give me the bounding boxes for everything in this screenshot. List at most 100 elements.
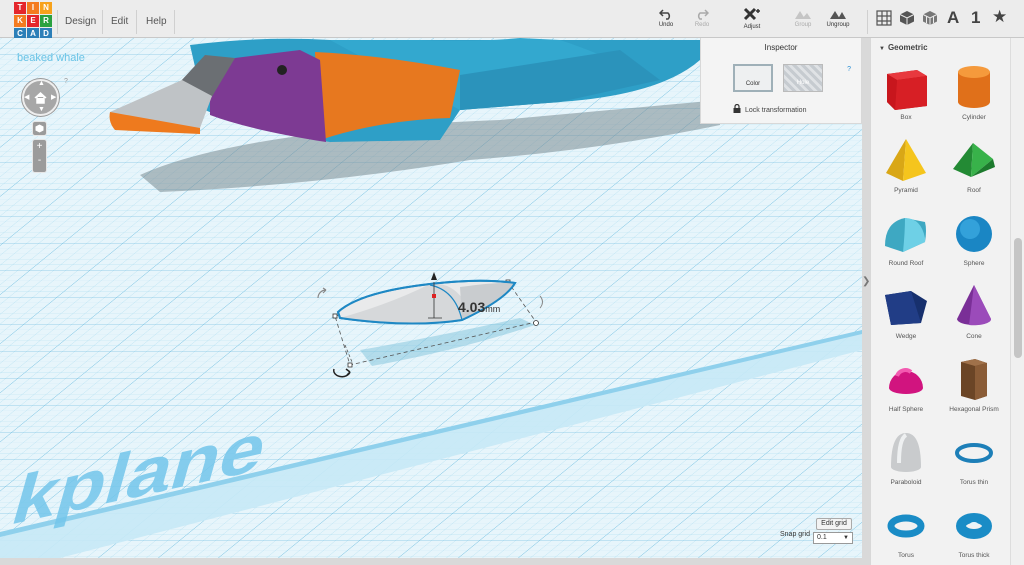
number-shapes-button[interactable]: 1 (971, 8, 980, 28)
dimension-value: 4.03 (458, 299, 486, 315)
ungroup-button[interactable]: Ungroup (818, 8, 858, 28)
logo-letter: R (40, 15, 52, 27)
snap-grid-select[interactable]: 0.1 ▼ (813, 532, 853, 544)
redo-icon (697, 9, 709, 20)
menu-divider (102, 10, 103, 34)
shape-label: Half Sphere (888, 406, 924, 413)
tinkercad-logo[interactable]: T I N K E R C A D (14, 2, 53, 41)
orbit-up-icon[interactable]: ▲ (38, 80, 45, 87)
sphere-icon (956, 216, 992, 252)
shape-cylinder[interactable]: Cylinder (941, 62, 1007, 130)
shape-roof[interactable]: Roof (941, 135, 1007, 203)
shape-wedge[interactable]: Wedge (873, 281, 939, 349)
orbit-right-icon[interactable]: ▶ (51, 93, 56, 101)
group-label: Group (794, 22, 812, 28)
ungroup-icon (830, 11, 846, 19)
adjust-button[interactable]: Adjust (732, 7, 772, 30)
shape-paraboloid[interactable]: Paraboloid (873, 427, 939, 495)
color-label: Color (745, 81, 761, 87)
half-sphere-icon (889, 368, 923, 394)
shape-half-sphere[interactable]: Half Sphere (873, 354, 939, 422)
zoom-out-icon[interactable]: - (33, 154, 46, 168)
scrollbar-thumb[interactable] (1014, 238, 1022, 358)
dimension-readout[interactable]: 4.03mm (458, 299, 500, 315)
top-bar: T I N K E R C A D Design Edit Help Undo … (0, 0, 1024, 41)
inspector-title: Inspector (764, 43, 798, 52)
wedge-icon (885, 291, 927, 325)
shape-label: Sphere (963, 260, 985, 267)
undo-icon (659, 9, 671, 20)
shape-label: Cone (966, 333, 982, 340)
shape-torus-thick[interactable]: Torus thick (941, 500, 1007, 565)
snap-grid-label: Snap grid (780, 531, 810, 538)
lock-transformation-toggle[interactable]: Lock transformation (733, 103, 807, 114)
group-button[interactable]: Group (783, 8, 823, 28)
round-roof-icon (885, 218, 926, 252)
shape-torus[interactable]: Torus (873, 500, 939, 565)
components-icon[interactable] (922, 10, 938, 26)
shape-cone[interactable]: Cone (941, 281, 1007, 349)
menu-edit[interactable]: Edit (111, 16, 128, 27)
snap-grid-value: 0.1 (817, 534, 827, 541)
logo-letter: E (27, 15, 39, 27)
view-help-link[interactable]: ? (64, 78, 68, 85)
menu-design[interactable]: Design (65, 16, 96, 27)
cylinder-icon (958, 66, 990, 108)
shape-label: Hexagonal Prism (949, 406, 999, 413)
panel-scrollbar[interactable] (1010, 38, 1024, 565)
redo-button[interactable]: Redo (682, 8, 722, 28)
shape-pyramid[interactable]: Pyramid (873, 135, 939, 203)
shape-label: Box (900, 114, 912, 121)
pyramid-icon (886, 139, 926, 181)
edit-grid-button[interactable]: Edit grid (816, 518, 852, 530)
shape-label: Wedge (895, 333, 917, 340)
shape-label: Torus thick (958, 552, 990, 559)
menu-divider (136, 10, 137, 34)
basic-shapes-icon[interactable] (899, 10, 915, 26)
shape-sphere[interactable]: Sphere (941, 208, 1007, 276)
cone-icon (957, 285, 992, 326)
zoom-in-icon[interactable]: + (33, 140, 46, 154)
panel-collapse-toggle[interactable]: ❯ (862, 270, 870, 294)
orbit-control[interactable]: ▲ ▼ ◀ ▶ (22, 79, 59, 116)
shape-label: Torus (898, 552, 914, 559)
zoom-control[interactable]: + - (32, 139, 47, 173)
workplane-icon[interactable] (876, 10, 892, 26)
torus-icon (887, 514, 925, 538)
logo-letter: I (27, 2, 39, 14)
undo-label: Undo (658, 22, 674, 28)
logo-letter: K (14, 15, 26, 27)
lock-icon (733, 103, 741, 113)
shape-hexagonal-prism[interactable]: Hexagonal Prism (941, 354, 1007, 422)
ungroup-label: Ungroup (826, 22, 850, 28)
favorites-button[interactable]: ★ (992, 7, 1007, 27)
menu-help[interactable]: Help (146, 16, 167, 27)
fit-view-button[interactable] (32, 121, 47, 136)
tinkercad-app: T I N K E R C A D Design Edit Help Undo … (0, 0, 1024, 565)
hole-label: Hole (796, 80, 810, 86)
inspector-help-link[interactable]: ? (847, 66, 851, 73)
shape-label: Round Roof (888, 260, 924, 267)
shape-torus-thin[interactable]: Torus thin (941, 427, 1007, 495)
cube-view-icon (35, 124, 44, 133)
orbit-left-icon[interactable]: ◀ (24, 93, 29, 101)
menu-divider (57, 10, 58, 34)
document-title[interactable]: beaked whale (17, 52, 85, 64)
shape-label: Paraboloid (890, 479, 922, 486)
shape-box[interactable]: Box (873, 62, 939, 130)
hole-button[interactable]: Hole (783, 64, 823, 92)
color-swatch-button[interactable]: Color (733, 64, 773, 92)
undo-button[interactable]: Undo (646, 8, 686, 28)
paraboloid-icon (891, 433, 921, 472)
text-shapes-button[interactable]: A (947, 8, 959, 28)
orbit-down-icon[interactable]: ▼ (38, 106, 45, 113)
lock-label: Lock transformation (745, 107, 807, 114)
adjust-label: Adjust (743, 24, 761, 30)
chevron-down-icon: ▼ (879, 46, 885, 52)
home-icon[interactable] (33, 90, 48, 105)
inspector-panel: Inspector Color Hole ? Lock transformati… (700, 38, 862, 124)
dimension-unit: mm (485, 304, 501, 314)
shapes-panel: ▼ Geometric Box Cylinder Pyramid Roof Rou… (870, 38, 1010, 565)
geometric-category-header[interactable]: ▼ Geometric (879, 43, 928, 52)
shape-round-roof[interactable]: Round Roof (873, 208, 939, 276)
